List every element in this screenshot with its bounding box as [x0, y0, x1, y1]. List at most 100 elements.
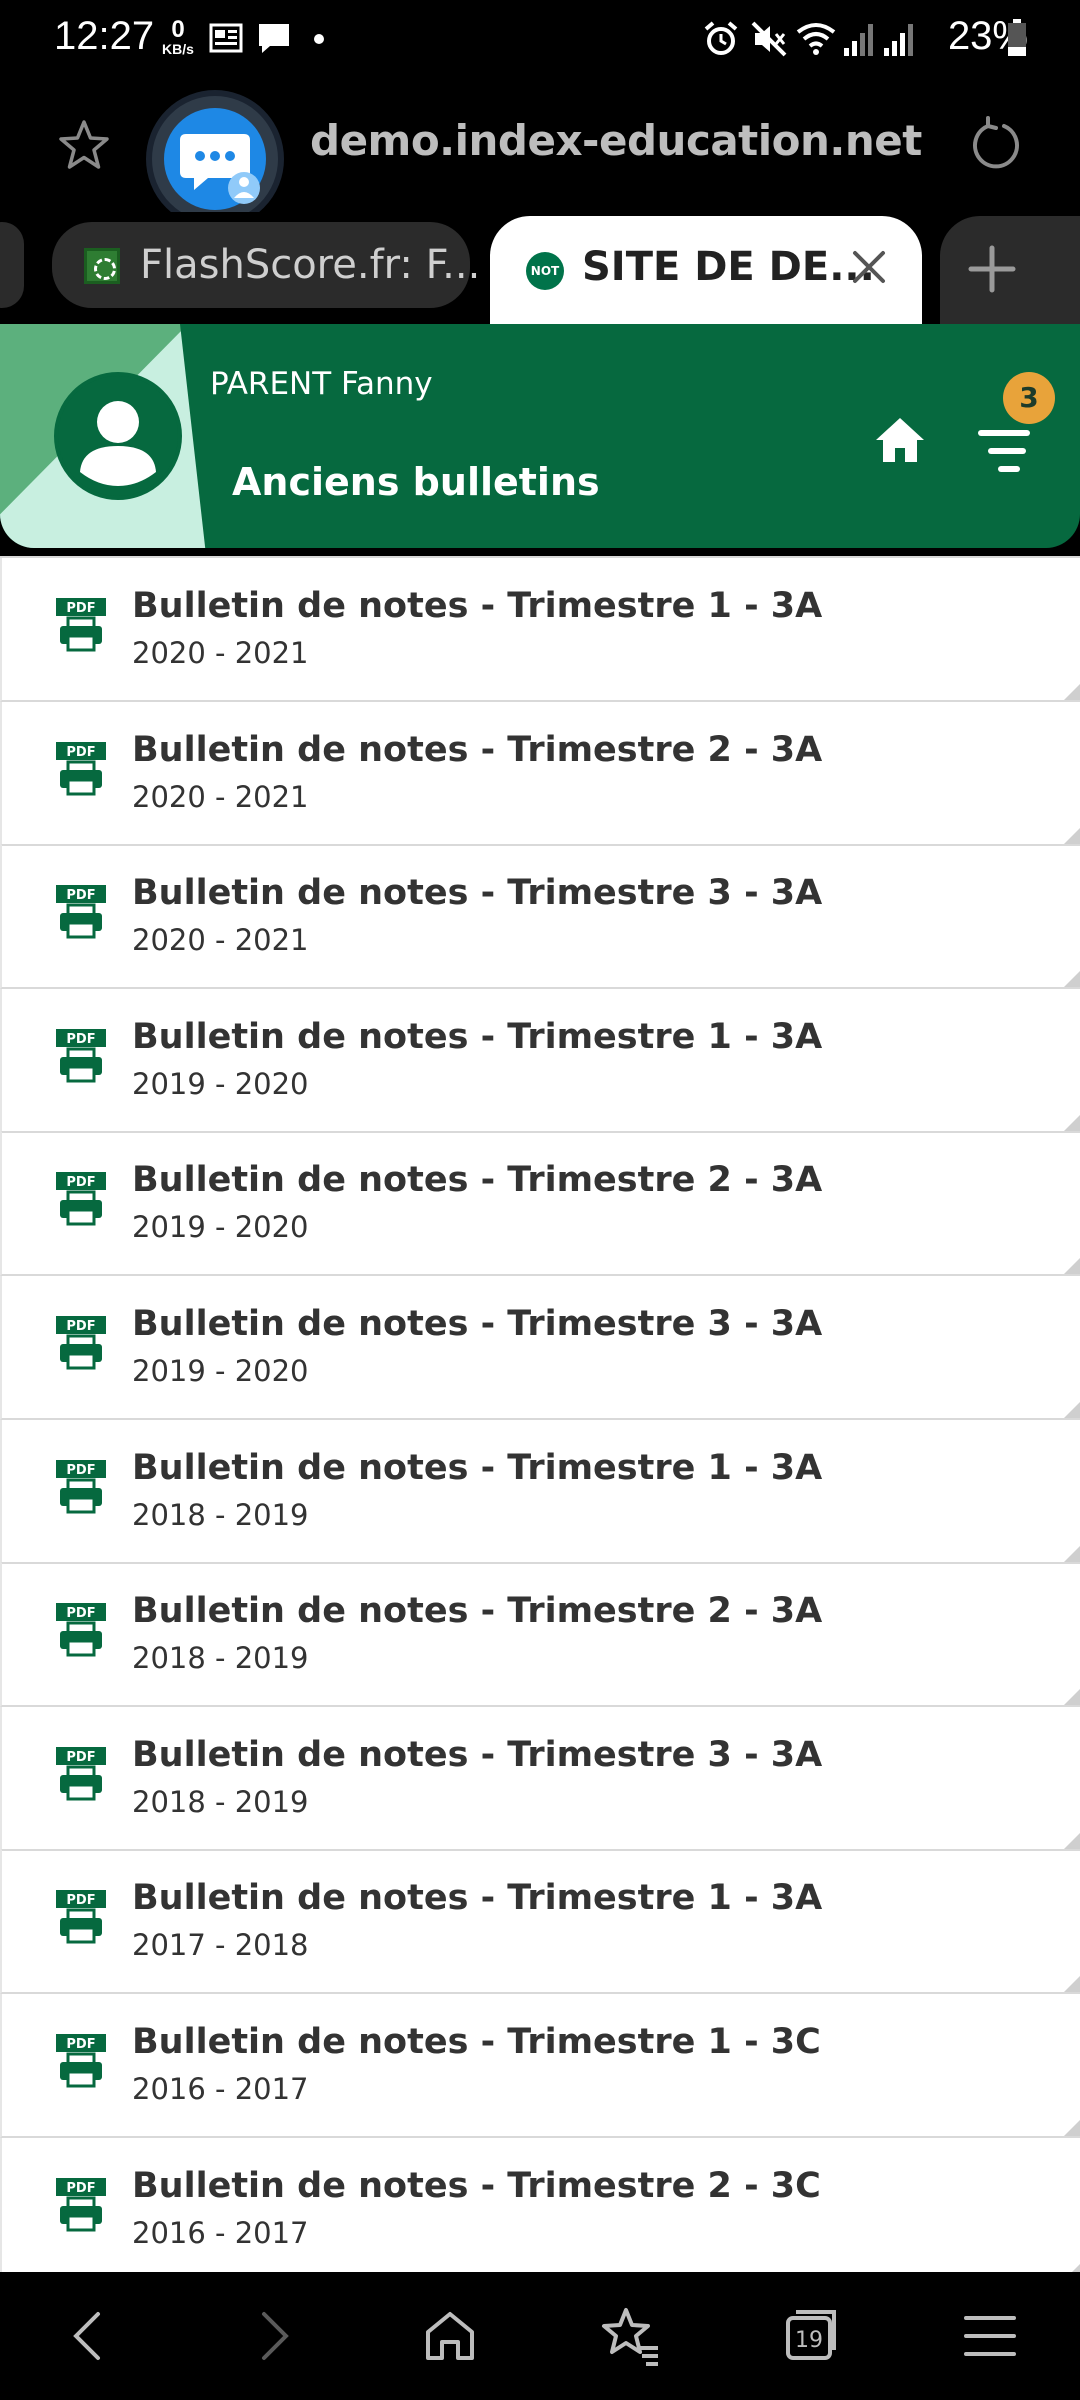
url-text[interactable]: demo.index-education.net	[310, 116, 922, 165]
pdf-print-icon: PDF	[56, 2034, 106, 2088]
flashscore-favicon-icon	[84, 248, 120, 284]
row-corner-marker	[1064, 1115, 1080, 1131]
list-item[interactable]: PDF Bulletin de notes - Trimestre 1 - 3A 2…	[0, 558, 1080, 702]
network-speed-unit: KB/s	[162, 41, 194, 57]
bulletin-year: 2016 - 2017	[132, 2072, 309, 2106]
pdf-print-icon: PDF	[56, 2178, 106, 2232]
pdf-label: PDF	[66, 1175, 95, 1190]
row-corner-marker	[1064, 1258, 1080, 1274]
pdf-print-icon: PDF	[56, 1316, 106, 1370]
plus-icon	[968, 245, 1016, 293]
pdf-label: PDF	[66, 2181, 95, 2196]
bulletin-year: 2017 - 2018	[132, 1928, 309, 1962]
list-item[interactable]: PDF Bulletin de notes - Trimestre 3 - 3A 2…	[0, 1707, 1080, 1851]
bulletin-year: 2020 - 2021	[132, 923, 309, 957]
tab-flashscore[interactable]: FlashScore.fr: F...	[52, 222, 480, 308]
site-favicon-icon: NOT	[526, 252, 564, 290]
tab-label: FlashScore.fr: F...	[140, 242, 481, 288]
bulletin-title: Bulletin de notes - Trimestre 1 - 3A	[132, 1017, 823, 1057]
bulletin-year: 2019 - 2020	[132, 1067, 309, 1101]
list-item[interactable]: PDF Bulletin de notes - Trimestre 2 - 3C 2…	[0, 2138, 1080, 2272]
bookmarks-button[interactable]	[598, 2304, 662, 2368]
tab-site-demo[interactable]: NOT SITE DE DE...	[490, 216, 922, 326]
bulletin-year: 2016 - 2017	[132, 2216, 309, 2250]
list-item[interactable]: PDF Bulletin de notes - Trimestre 1 - 3C 2…	[0, 1994, 1080, 2138]
row-corner-marker	[1064, 1833, 1080, 1849]
bookmark-star-button[interactable]	[54, 116, 114, 176]
bulletin-title: Bulletin de notes - Trimestre 3 - 3A	[132, 873, 823, 913]
floating-chat-bubble[interactable]	[146, 90, 284, 228]
row-corner-marker	[1064, 1546, 1080, 1562]
row-corner-marker	[1064, 971, 1080, 987]
back-button[interactable]	[58, 2304, 122, 2368]
bulletin-list: PDF Bulletin de notes - Trimestre 1 - 3A 2…	[0, 556, 1080, 2272]
bulletin-title: Bulletin de notes - Trimestre 3 - 3A	[132, 1735, 823, 1775]
close-tab-icon[interactable]	[846, 244, 892, 290]
tab-previous[interactable]	[0, 222, 24, 308]
pdf-label: PDF	[66, 888, 95, 903]
bulletin-year: 2018 - 2019	[132, 1641, 309, 1675]
row-corner-marker	[1064, 828, 1080, 844]
home-nav-button[interactable]	[418, 2304, 482, 2368]
tab-count: 19	[795, 2328, 823, 2353]
forward-button[interactable]	[240, 2304, 304, 2368]
message-icon	[259, 24, 289, 53]
bulletin-year: 2018 - 2019	[132, 1785, 309, 1819]
pdf-label: PDF	[66, 1750, 95, 1765]
user-icon	[58, 376, 178, 496]
pdf-print-icon: PDF	[56, 598, 106, 652]
list-item[interactable]: PDF Bulletin de notes - Trimestre 1 - 3A 2…	[0, 1420, 1080, 1564]
bulletin-title: Bulletin de notes - Trimestre 1 - 3A	[132, 1448, 823, 1488]
alarm-icon	[704, 21, 738, 55]
list-item[interactable]: PDF Bulletin de notes - Trimestre 3 - 3A 2…	[0, 845, 1080, 989]
user-name: PARENT Fanny	[210, 366, 433, 402]
list-item[interactable]: PDF Bulletin de notes - Trimestre 2 - 3A 2…	[0, 1563, 1080, 1707]
menu-icon[interactable]	[976, 418, 1032, 478]
home-icon[interactable]	[872, 412, 928, 468]
bulletin-year: 2018 - 2019	[132, 1498, 309, 1532]
signal-1-icon	[844, 24, 873, 56]
row-corner-marker	[1064, 1976, 1080, 1992]
chat-icon	[164, 108, 266, 210]
pdf-label: PDF	[66, 1319, 95, 1334]
row-corner-marker	[1064, 2120, 1080, 2136]
bulletin-year: 2019 - 2020	[132, 1210, 309, 1244]
tab-label: SITE DE DE...	[582, 244, 875, 290]
bulletin-title: Bulletin de notes - Trimestre 3 - 3A	[132, 1304, 823, 1344]
bulletin-title: Bulletin de notes - Trimestre 2 - 3A	[132, 1160, 823, 1200]
pdf-label: PDF	[66, 1463, 95, 1478]
list-item[interactable]: PDF Bulletin de notes - Trimestre 3 - 3A 2…	[0, 1276, 1080, 1420]
network-speed: 0 KB/s	[160, 16, 196, 57]
pdf-label: PDF	[66, 1606, 95, 1621]
list-item[interactable]: PDF Bulletin de notes - Trimestre 1 - 3A 2…	[0, 989, 1080, 1133]
pdf-label: PDF	[66, 1893, 95, 1908]
reload-button[interactable]	[966, 116, 1026, 176]
list-item[interactable]: PDF Bulletin de notes - Trimestre 2 - 3A 2…	[0, 1132, 1080, 1276]
news-icon	[209, 23, 243, 53]
pdf-label: PDF	[66, 745, 95, 760]
bulletin-title: Bulletin de notes - Trimestre 1 - 3A	[132, 586, 823, 626]
pdf-label: PDF	[66, 1032, 95, 1047]
status-time: 12:27	[54, 14, 155, 58]
row-corner-marker	[1064, 684, 1080, 700]
new-tab-button[interactable]	[940, 216, 1080, 326]
list-item[interactable]: PDF Bulletin de notes - Trimestre 1 - 3A 2…	[0, 1850, 1080, 1994]
tabs-button[interactable]: 19	[778, 2304, 842, 2368]
mute-icon	[751, 21, 787, 57]
signal-2-icon	[884, 24, 913, 56]
notification-badge[interactable]: 3	[1003, 372, 1055, 424]
status-bar: 12:27 0 KB/s 23%	[0, 0, 1080, 80]
row-corner-marker	[1064, 1402, 1080, 1418]
bulletin-title: Bulletin de notes - Trimestre 2 - 3A	[132, 730, 823, 770]
avatar[interactable]	[54, 372, 182, 500]
bulletin-title: Bulletin de notes - Trimestre 2 - 3C	[132, 2166, 821, 2206]
network-speed-value: 0	[171, 16, 185, 43]
pdf-print-icon: PDF	[56, 885, 106, 939]
app-header: PARENT Fanny Anciens bulletins 3	[0, 324, 1080, 548]
wifi-icon	[796, 23, 836, 55]
list-item[interactable]: PDF Bulletin de notes - Trimestre 2 - 3A 2…	[0, 702, 1080, 846]
menu-button[interactable]	[958, 2304, 1022, 2368]
pdf-print-icon: PDF	[56, 742, 106, 796]
bulletin-title: Bulletin de notes - Trimestre 2 - 3A	[132, 1591, 823, 1631]
bulletin-title: Bulletin de notes - Trimestre 1 - 3C	[132, 2022, 821, 2062]
